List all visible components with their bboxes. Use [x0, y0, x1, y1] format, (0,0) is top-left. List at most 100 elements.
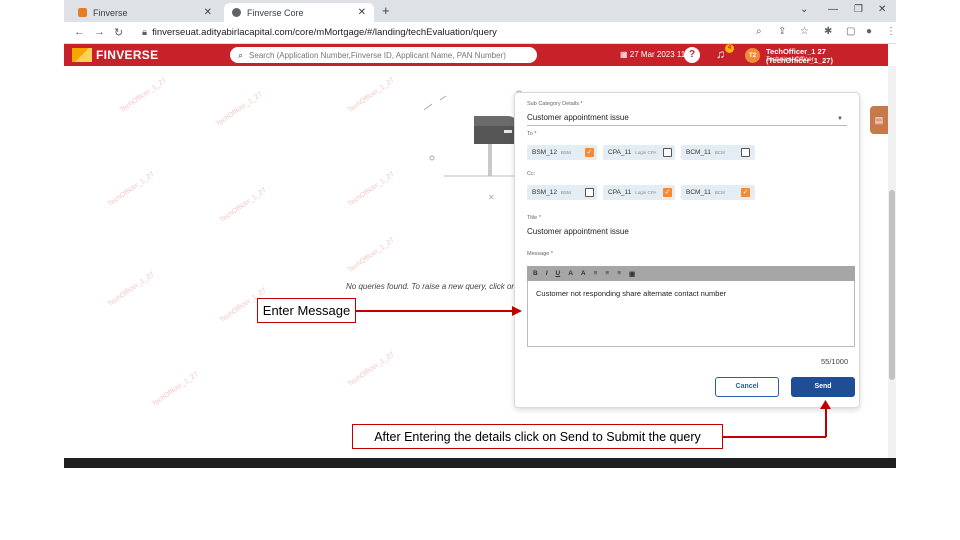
window-close-icon[interactable]: ✕ [878, 4, 886, 15]
watermark: TechOfficer_1_27 [106, 170, 156, 209]
watermark: TechOfficer_1_27 [218, 186, 268, 225]
menu-icon[interactable]: ⋮ [886, 26, 896, 37]
highlight-icon[interactable]: A [581, 270, 586, 277]
title-input[interactable]: Customer appointment issue [527, 227, 629, 236]
chevron-down-icon[interactable]: ⌄ [800, 4, 808, 15]
watermark: TechOfficer_1_27 [346, 170, 396, 209]
search-input[interactable]: ⌕ Search (Application Number,Finverse ID… [230, 47, 537, 63]
recipient-name: BSM_12 [532, 149, 557, 156]
browser-tab-finverse[interactable]: Finverse ✕ [70, 3, 220, 22]
extensions-icon[interactable]: ✱ [824, 26, 832, 37]
callout-connector [723, 436, 826, 438]
search-icon: ⌕ [238, 49, 244, 60]
new-tab-icon[interactable]: + [382, 3, 390, 18]
checkbox[interactable] [585, 188, 594, 197]
minimize-icon[interactable]: — [828, 4, 838, 15]
restore-icon[interactable]: ❐ [854, 4, 863, 15]
callout-connector [356, 310, 516, 312]
globe-icon [232, 8, 241, 17]
cc-recipient-bcm[interactable]: BCM_11 BCM ✓ [681, 185, 755, 200]
message-label: Message * [527, 251, 553, 257]
message-editor[interactable]: Customer not responding share alternate … [527, 281, 855, 347]
forward-icon[interactable]: → [94, 26, 105, 38]
calendar-icon: ▦ [620, 50, 630, 59]
to-label: To * [527, 131, 537, 137]
lock-icon: 🔒︎ [142, 27, 148, 38]
watermark: TechOfficer_1_27 [346, 350, 396, 389]
sub-category-label: Sub Category Details * [527, 101, 583, 107]
close-icon[interactable]: ✕ [358, 7, 366, 18]
watermark: TechOfficer_1_27 [346, 236, 396, 275]
watermark: TechOfficer_1_27 [214, 90, 264, 129]
arrow-up-icon [820, 400, 831, 409]
brand-name: FINVERSE [96, 48, 159, 62]
checkbox-checked[interactable]: ✓ [741, 188, 750, 197]
watermark: TechOfficer_1_27 [346, 76, 396, 115]
slide: Finverse ✕ Finverse Core ✕ + ⌄ — ❐ ✕ ← →… [0, 0, 960, 540]
share-icon[interactable]: ⇪ [778, 26, 786, 37]
bold-icon[interactable]: B [533, 270, 538, 277]
notification-badge: 4 [725, 44, 734, 53]
editor-toolbar: B I U A A ≡ ≡ ≡ ▣ [527, 266, 855, 281]
taskbar [64, 458, 896, 468]
bell-icon[interactable]: ♫ [716, 47, 725, 61]
recipient-role: BSM [560, 190, 571, 195]
zoom-icon[interactable]: ⌕ [756, 26, 762, 37]
image-icon[interactable]: ▣ [629, 270, 635, 278]
cc-recipient-cpa[interactable]: CPA_11 Login CPA ✓ [603, 185, 675, 200]
unordered-list-icon[interactable]: ≡ [605, 270, 609, 277]
profile-icon[interactable]: ● [866, 26, 872, 37]
recipient-name: BSM_12 [532, 189, 557, 196]
watermark: TechOfficer_1_27 [106, 270, 156, 309]
recipient-name: BCM_11 [686, 149, 711, 156]
user-role: Technical Officer [766, 56, 814, 63]
back-icon[interactable]: ← [74, 26, 85, 38]
ordered-list-icon[interactable]: ≡ [594, 270, 598, 277]
send-button[interactable]: Send [791, 377, 855, 397]
raise-query-panel: Sub Category Details * Customer appointm… [514, 92, 860, 408]
browser-tab-finverse-core[interactable]: Finverse Core ✕ [224, 3, 374, 22]
select-underline [527, 125, 847, 126]
cc-recipient-bsm[interactable]: BSM_12 BSM [527, 185, 597, 200]
watermark: TechOfficer_1_27 [118, 76, 168, 115]
checkbox-checked[interactable]: ✓ [585, 148, 594, 157]
url-field[interactable]: 🔒︎ finverseuat.adityabirlacapital.com/cor… [142, 27, 497, 38]
checkbox-checked[interactable]: ✓ [663, 188, 672, 197]
avatar[interactable]: T2 [745, 48, 760, 63]
to-recipient-cpa[interactable]: CPA_11 Login CPA [603, 145, 675, 160]
cancel-button[interactable]: Cancel [715, 377, 779, 397]
reload-icon[interactable]: ↻ [114, 26, 123, 39]
recipient-role: BCM [714, 150, 725, 155]
italic-icon[interactable]: I [546, 270, 548, 277]
recipient-role: Login CPA [635, 190, 657, 195]
checkbox[interactable] [741, 148, 750, 157]
recipient-role: BSM [560, 150, 571, 155]
send-instruction-callout: After Entering the details click on Send… [352, 424, 723, 449]
chevron-down-icon[interactable]: ▼ [837, 116, 843, 122]
align-icon[interactable]: ≡ [617, 270, 621, 277]
url-text: finverseuat.adityabirlacapital.com/core/… [152, 27, 497, 38]
sub-category-select[interactable]: Customer appointment issue [527, 113, 629, 122]
watermark: TechOfficer_1_27 [150, 370, 200, 409]
to-recipient-bcm[interactable]: BCM_11 BCM [681, 145, 755, 160]
app-header: FINVERSE ⌕ Search (Application Number,Fi… [64, 44, 888, 66]
underline-icon[interactable]: U [556, 270, 561, 277]
character-counter: 55/1000 [821, 357, 849, 366]
callout-connector [825, 406, 827, 437]
recipient-role: Login CPA [635, 150, 657, 155]
to-recipient-bsm[interactable]: BSM_12 BSM ✓ [527, 145, 597, 160]
help-icon[interactable]: ? [684, 47, 700, 63]
close-icon[interactable]: ✕ [204, 7, 212, 18]
document-icon[interactable]: ▤ [870, 106, 888, 134]
empty-state-message: No queries found. To raise a new query, … [346, 282, 520, 291]
screenshot: Finverse ✕ Finverse Core ✕ + ⌄ — ❐ ✕ ← →… [64, 0, 896, 468]
scrollbar-thumb[interactable] [889, 190, 895, 380]
star-icon[interactable]: ☆ [800, 26, 809, 37]
font-color-icon[interactable]: A [568, 270, 573, 277]
sidepanel-icon[interactable]: ▢ [846, 26, 855, 37]
message-text: Customer not responding share alternate … [536, 289, 727, 298]
finverse-logo-icon [72, 48, 92, 62]
tab-label: Finverse Core [247, 7, 304, 18]
checkbox[interactable] [663, 148, 672, 157]
search-placeholder: Search (Application Number,Finverse ID, … [249, 50, 506, 60]
